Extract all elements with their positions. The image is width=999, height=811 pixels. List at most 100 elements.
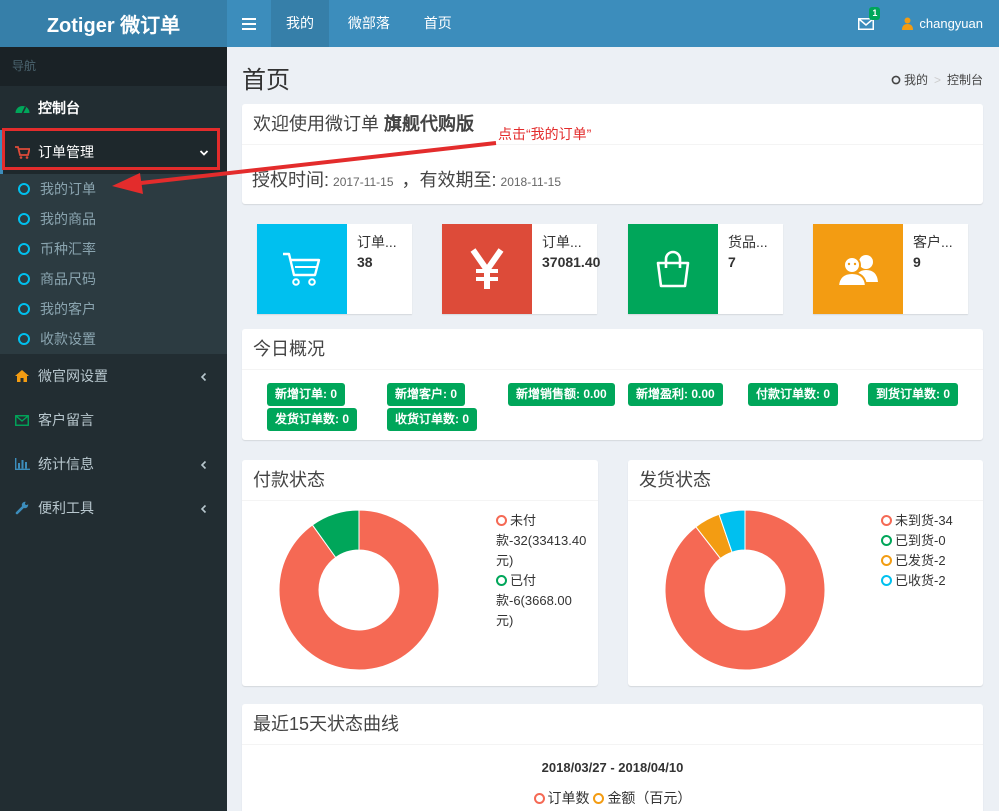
today-box: 今日概况 新增订单: 0 新增客户: 0 新增销售额: 0.00 新增盈利: 0… [242,329,983,440]
sidebar-header: 导航 [0,47,227,86]
legend-circle [881,575,892,586]
payment-status-box: 付款状态 未付 款-32(33413.40 元) 已付 款-6(3668.00 元) [242,460,598,686]
home-icon [15,370,38,382]
stat-box-amount[interactable]: 订单... 37081.40 [442,224,600,314]
valid-label: ，有效期至: [401,170,497,190]
legend-label: 已发货-2 [895,553,946,568]
sidebar-item-label: 统计信息 [38,456,94,472]
stat-value: 38 [357,254,373,270]
sidebar-item-label: 便利工具 [38,500,94,516]
nav-home[interactable]: 首页 [409,0,467,47]
nav-my[interactable]: 我的 [271,0,329,47]
bag-icon [628,224,718,314]
today-tag: 收货订单数: 0 [387,408,478,431]
sub-item-label: 我的客户 [40,301,96,317]
legend-item: 未到货-34 [881,511,953,531]
sidebar-item-site-settings[interactable]: 微官网设置 [0,354,227,398]
dashboard-icon [15,102,38,114]
legend-label: 已收货-2 [895,573,946,588]
today-tag: 新增销售额: 0.00 [508,383,615,406]
legend-circle [496,575,507,586]
app-logo[interactable]: Zotiger 微订单 [0,0,227,47]
legend-label: 款-32(33413.40 [496,533,587,548]
legend-label: 已到货-0 [895,533,946,548]
legend-label: 未付 [510,513,537,528]
valid-date: 2018-11-15 [500,175,562,189]
sub-item-label: 我的商品 [40,211,96,227]
sidebar-sub-my-products[interactable]: 我的商品 [0,204,227,234]
circle-icon [891,75,901,84]
stat-box-customers[interactable]: 客户... 9 [813,224,968,314]
legend-item: 已到货-0 [881,531,953,551]
chevron-left-icon [199,501,209,517]
stat-label: 货品... [728,234,768,250]
sidebar-item-stats[interactable]: 统计信息 [0,442,227,486]
chevron-left-icon [199,369,209,385]
legend-circle [881,515,892,526]
sidebar-sub-payment-settings[interactable]: 收款设置 [0,324,227,354]
legend-circle [533,793,545,804]
payment-legend: 未付 款-32(33413.40 元) 已付 款-6(3668.00 元) [496,511,592,631]
circle-icon [18,183,30,195]
legend-circle [593,793,605,804]
sidebar-toggle-icon[interactable] [227,0,271,47]
yen-icon [442,224,532,314]
today-tag: 到货订单数: 0 [868,383,959,406]
auth-label: 授权时间: [252,170,330,190]
trend-box: 最近15天状态曲线 2018/03/27 - 2018/04/10 订单数 金额… [242,704,983,811]
top-navbar: 我的 微部落 首页 1 changyuan [227,0,999,47]
legend-label: 金额（百元） [607,790,692,806]
highlight-box [2,128,220,170]
chevron-left-icon [199,457,209,473]
messages-button[interactable]: 1 [848,0,884,47]
page-title: 首页 [242,67,290,94]
payment-donut-chart [279,510,439,670]
sidebar-item-label: 微官网设置 [38,368,108,384]
sidebar-item-label: 控制台 [38,100,80,116]
sidebar-item-dashboard[interactable]: 控制台 [0,86,227,130]
user-icon [902,17,914,30]
stat-box-products[interactable]: 货品... 7 [628,224,783,314]
sidebar-sub-my-orders[interactable]: 我的订单 [0,174,227,204]
sub-item-label: 币种汇率 [40,241,96,257]
stat-label: 客户... [913,234,953,250]
circle-icon [18,333,30,345]
welcome-box: 欢迎使用微订单 旗舰代购版 授权时间: 2017-11-15 ，有效期至: 2018-… [242,104,983,204]
shipping-donut-chart [665,510,825,670]
sub-item-label: 我的订单 [40,181,96,197]
legend-label: 款-6(3668.00 [496,593,572,608]
sidebar-item-tools[interactable]: 便利工具 [0,486,227,530]
breadcrumb-item[interactable]: 我的 [904,71,928,88]
legend-item: 已发货-2 [881,551,953,571]
nav-tribe[interactable]: 微部落 [333,0,405,47]
sidebar-item-messages[interactable]: 客户留言 [0,398,227,442]
sidebar-sub-product-sizes[interactable]: 商品尺码 [0,264,227,294]
cart-icon [257,224,347,314]
breadcrumb-item: 控制台 [946,73,983,87]
order-submenu: 我的订单 我的商品 币种汇率 商品尺码 我的客户 收款设置 [0,174,227,354]
welcome-edition: 旗舰代购版 [384,114,475,134]
payment-status-title: 付款状态 [242,460,598,501]
welcome-title: 欢迎使用微订单 旗舰代购版 [242,104,983,145]
legend-label: 未到货-34 [895,513,953,528]
today-tag: 新增盈利: 0.00 [628,383,723,406]
username: changyuan [919,16,983,31]
stat-label: 订单... [357,234,397,250]
legend-label: 订单数 [547,790,590,806]
shipping-status-title: 发货状态 [628,460,983,501]
user-menu[interactable]: changyuan [884,16,999,31]
legend-item: 已付 款-6(3668.00 元) [496,571,592,631]
stat-box-orders[interactable]: 订单... 38 [257,224,412,314]
legend-circle [881,535,892,546]
today-tag: 新增订单: 0 [267,383,346,406]
sidebar-sub-my-customers[interactable]: 我的客户 [0,294,227,324]
legend-circle [496,515,507,526]
sub-item-label: 商品尺码 [40,271,96,287]
stat-value: 7 [728,254,736,270]
legend-circle [881,555,892,566]
sidebar-sub-currency-rates[interactable]: 币种汇率 [0,234,227,264]
messages-badge: 1 [869,7,881,20]
sub-item-label: 收款设置 [40,331,96,347]
circle-icon [18,303,30,315]
trend-legend: 订单数 金额（百元） [242,788,983,808]
